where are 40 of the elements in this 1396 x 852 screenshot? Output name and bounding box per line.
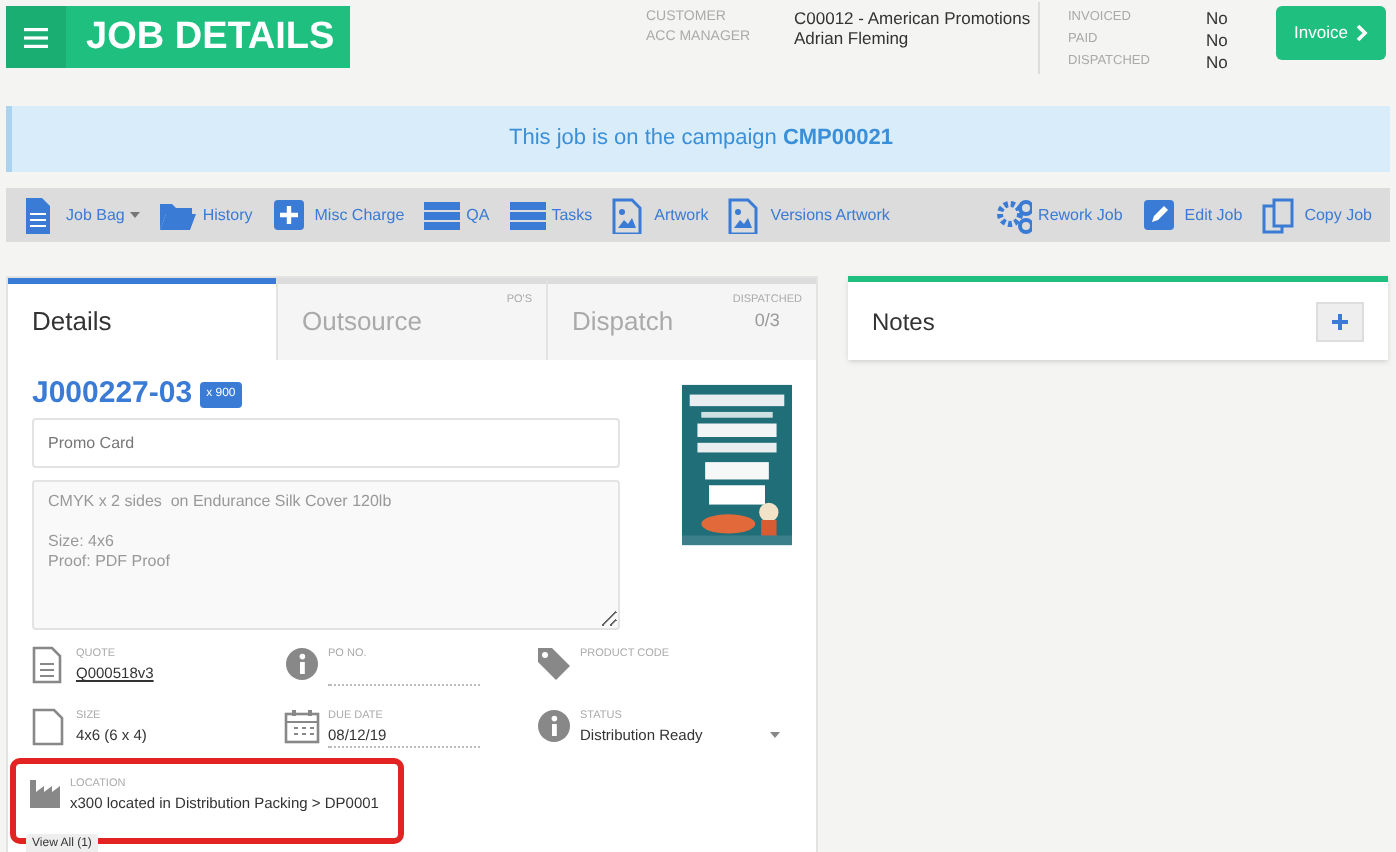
list-icon — [509, 197, 546, 233]
plus-icon — [1332, 313, 1348, 329]
field-value: No — [1206, 8, 1230, 30]
campaign-message: This job is on the campaign CMP00021 — [508, 124, 893, 155]
caret-down-icon — [770, 732, 780, 739]
field-value: No — [1206, 52, 1230, 74]
job-number: J000227-03 — [32, 374, 193, 415]
toolbar-button[interactable]: Edit Job — [1142, 197, 1243, 233]
menu-icon — [24, 27, 48, 47]
field-value: No — [1206, 30, 1230, 52]
calendar-icon — [284, 708, 320, 746]
factory-icon — [30, 776, 64, 808]
field-value: Adrian Fleming — [794, 28, 911, 48]
info-icon — [536, 708, 572, 746]
name-field[interactable]: Promo Card — [32, 418, 620, 468]
add-note-button[interactable] — [1316, 301, 1364, 341]
toolbar-button[interactable]: Misc Charge — [272, 197, 405, 233]
chevron-right-icon — [1355, 24, 1368, 42]
toolbar-button[interactable]: Tasks — [509, 197, 593, 233]
toolbar-button[interactable]: History — [160, 197, 253, 233]
tag-icon — [536, 646, 572, 684]
invoice-button[interactable]: Invoice — [1276, 6, 1386, 60]
pencil-icon — [1142, 197, 1179, 233]
notes-title: Notes — [872, 305, 935, 339]
plus-icon — [272, 197, 309, 233]
field-value: C00012 - American Promotions — [794, 8, 1033, 28]
toolbar-button[interactable]: Job Bag — [24, 197, 141, 233]
list-icon — [424, 197, 461, 233]
toolbar-button[interactable]: QA — [424, 197, 490, 233]
description-field[interactable]: CMYK x 2 sides on Endurance Silk Cover 120lb Size: 4x6 Proof: PDF Proof — [32, 480, 620, 630]
toolbar-button[interactable]: Rework Job — [996, 197, 1123, 233]
toolbar-button[interactable]: Artwork — [612, 197, 709, 233]
blank-file-icon — [32, 708, 68, 746]
copy-icon — [1262, 197, 1299, 233]
toolbar-button[interactable]: Versions Artwork — [728, 197, 890, 233]
page-title: JOB DETAILS — [86, 15, 335, 59]
dispatch-count: 0/3 — [754, 308, 780, 335]
menu-button[interactable] — [6, 6, 66, 68]
toolbar-button[interactable]: Copy Job — [1262, 197, 1372, 233]
info-icon — [284, 646, 320, 684]
